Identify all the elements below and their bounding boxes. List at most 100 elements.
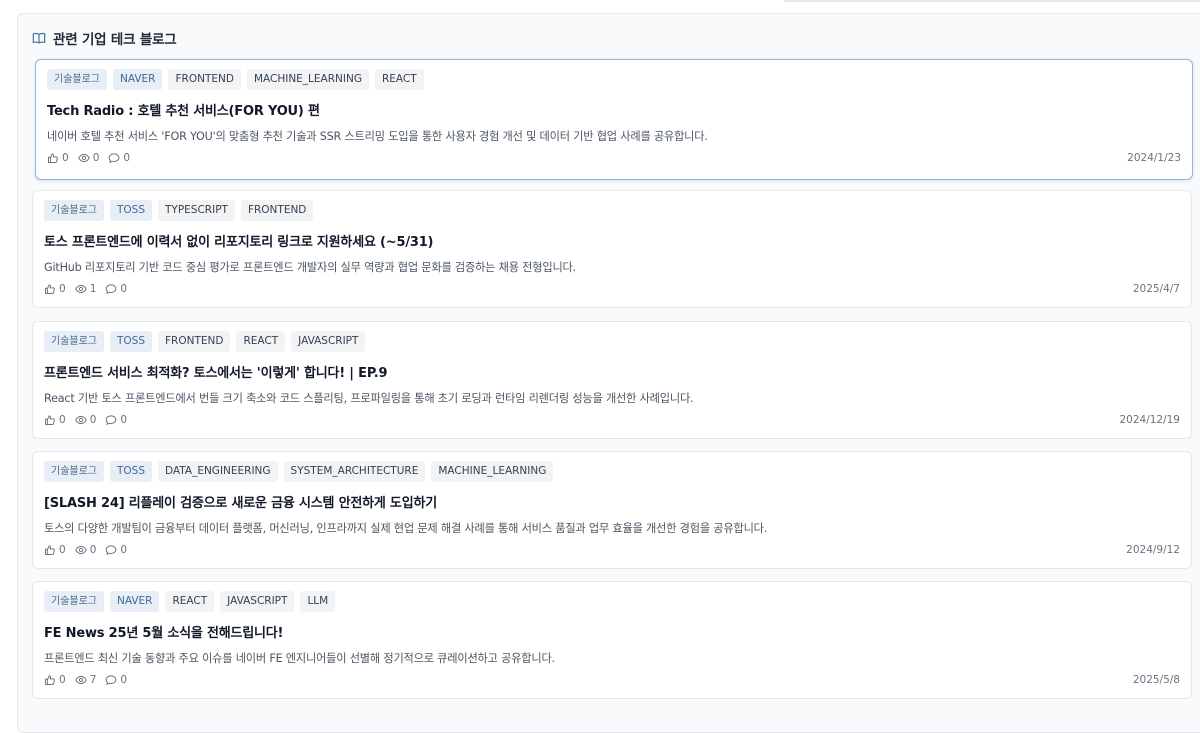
topic-tag: LLM bbox=[300, 591, 336, 612]
like-stat[interactable]: 0 bbox=[44, 283, 66, 295]
thumbs-up-icon bbox=[45, 675, 55, 685]
comment-count: 0 bbox=[120, 414, 128, 426]
topic-tag: REACT bbox=[165, 591, 215, 612]
topic-tag: REACT bbox=[236, 331, 286, 352]
topic-tag: MACHINE_LEARNING bbox=[246, 69, 369, 90]
comment-icon bbox=[109, 153, 120, 163]
section-header: 관련 기업 테크 블로그 bbox=[32, 28, 177, 48]
company-tag: NAVER bbox=[113, 69, 163, 90]
eye-icon bbox=[77, 153, 90, 163]
like-stat[interactable]: 0 bbox=[47, 152, 69, 164]
comment-stat[interactable]: 0 bbox=[105, 414, 127, 426]
post-stats: 0 1 0 bbox=[44, 283, 127, 295]
like-count: 0 bbox=[59, 544, 66, 556]
tag-list: 기술블로그 NAVER REACT JAVASCRIPT LLM bbox=[44, 591, 336, 612]
view-count: 0 bbox=[89, 544, 97, 556]
comment-icon bbox=[106, 545, 117, 555]
post-stats: 0 0 0 bbox=[44, 414, 127, 426]
post-description: 네이버 호텔 추천 서비스 'FOR YOU'의 맞춤형 추천 기술과 SSR … bbox=[47, 130, 708, 143]
company-tag: TOSS bbox=[110, 461, 153, 482]
post-date: 2025/5/8 bbox=[1132, 674, 1180, 686]
blog-post-card[interactable]: 기술블로그 NAVER REACT JAVASCRIPT LLM FE News… bbox=[32, 581, 1192, 699]
eye-icon bbox=[74, 545, 87, 555]
post-title[interactable]: [SLASH 24] 리플레이 검증으로 새로운 금융 시스템 안전하게 도입하… bbox=[44, 492, 437, 511]
comment-stat[interactable]: 0 bbox=[108, 152, 130, 164]
post-stats: 0 0 0 bbox=[47, 152, 130, 164]
post-date: 2024/9/12 bbox=[1126, 544, 1180, 556]
blog-post-card[interactable]: 기술블로그 TOSS FRONTEND REACT JAVASCRIPT 프론트… bbox=[32, 321, 1192, 439]
post-date: 2025/4/7 bbox=[1132, 283, 1180, 295]
view-stat: 1 bbox=[74, 283, 97, 295]
category-tag: 기술블로그 bbox=[44, 200, 104, 221]
category-tag: 기술블로그 bbox=[47, 69, 107, 90]
category-tag: 기술블로그 bbox=[44, 591, 104, 612]
view-count: 7 bbox=[89, 674, 97, 686]
company-tag: NAVER bbox=[110, 591, 160, 612]
view-stat: 7 bbox=[74, 674, 97, 686]
blog-post-card[interactable]: 기술블로그 NAVER FRONTEND MACHINE_LEARNING RE… bbox=[35, 59, 1193, 180]
topic-tag: DATA_ENGINEERING bbox=[158, 461, 278, 482]
view-count: 0 bbox=[89, 414, 97, 426]
topic-tag: SYSTEM_ARCHITECTURE bbox=[283, 461, 426, 482]
topic-tag: FRONTEND bbox=[240, 200, 314, 221]
tag-list: 기술블로그 NAVER FRONTEND MACHINE_LEARNING RE… bbox=[47, 69, 424, 90]
section-title: 관련 기업 테크 블로그 bbox=[53, 32, 177, 48]
post-stats: 0 7 0 bbox=[44, 674, 127, 686]
post-date: 2024/1/23 bbox=[1127, 152, 1181, 164]
like-count: 0 bbox=[62, 152, 69, 164]
comment-icon bbox=[106, 415, 117, 425]
like-stat[interactable]: 0 bbox=[44, 544, 66, 556]
comment-stat[interactable]: 0 bbox=[105, 544, 127, 556]
post-description: GitHub 리포지토리 기반 코드 중심 평가로 프론트엔드 개발자의 실무 … bbox=[44, 261, 576, 274]
like-stat[interactable]: 0 bbox=[44, 674, 66, 686]
comment-icon bbox=[106, 675, 117, 685]
view-count: 1 bbox=[89, 283, 97, 295]
topic-tag: FRONTEND bbox=[158, 331, 231, 352]
thumbs-up-icon bbox=[45, 284, 55, 294]
post-stats: 0 0 0 bbox=[44, 544, 127, 556]
comment-count: 0 bbox=[123, 152, 131, 164]
topic-tag: TYPESCRIPT bbox=[158, 200, 235, 221]
tag-list: 기술블로그 TOSS FRONTEND REACT JAVASCRIPT bbox=[44, 331, 366, 352]
top-divider bbox=[784, 0, 1200, 2]
category-tag: 기술블로그 bbox=[44, 331, 104, 352]
like-count: 0 bbox=[59, 674, 66, 686]
like-count: 0 bbox=[59, 414, 66, 426]
company-tag: TOSS bbox=[110, 331, 153, 352]
blog-post-card[interactable]: 기술블로그 TOSS TYPESCRIPT FRONTEND 토스 프론트엔드에… bbox=[32, 190, 1192, 308]
post-title[interactable]: 프론트엔드 서비스 최적화? 토스에서는 '이렇게' 합니다! | EP.9 bbox=[44, 362, 388, 381]
comment-count: 0 bbox=[120, 544, 128, 556]
comment-stat[interactable]: 0 bbox=[105, 283, 127, 295]
post-title[interactable]: Tech Radio : 호텔 추천 서비스(FOR YOU) 편 bbox=[47, 100, 320, 119]
tag-list: 기술블로그 TOSS DATA_ENGINEERING SYSTEM_ARCHI… bbox=[44, 461, 554, 482]
post-title[interactable]: FE News 25년 5월 소식을 전해드립니다! bbox=[44, 622, 283, 641]
like-stat[interactable]: 0 bbox=[44, 414, 66, 426]
view-stat: 0 bbox=[74, 544, 97, 556]
category-tag: 기술블로그 bbox=[44, 461, 104, 482]
post-description: 토스의 다양한 개발팀이 금융부터 데이터 플랫폼, 머신러닝, 인프라까지 실… bbox=[44, 522, 768, 535]
comment-count: 0 bbox=[120, 674, 128, 686]
post-description: 프론트엔드 최신 기술 동향과 주요 이슈를 네이버 FE 엔지니어들이 선별해… bbox=[44, 652, 555, 665]
view-count: 0 bbox=[92, 152, 100, 164]
topic-tag: FRONTEND bbox=[168, 69, 241, 90]
book-open-icon bbox=[32, 31, 46, 45]
post-title[interactable]: 토스 프론트엔드에 이력서 없이 리포지토리 링크로 지원하세요 (~5/31) bbox=[44, 231, 434, 250]
comment-count: 0 bbox=[120, 283, 128, 295]
post-description: React 기반 토스 프론트엔드에서 번들 크기 축소와 코드 스플리팅, 프… bbox=[44, 392, 694, 405]
view-stat: 0 bbox=[74, 414, 97, 426]
eye-icon bbox=[74, 284, 87, 294]
post-date: 2024/12/19 bbox=[1119, 414, 1180, 426]
topic-tag: JAVASCRIPT bbox=[220, 591, 295, 612]
tag-list: 기술블로그 TOSS TYPESCRIPT FRONTEND bbox=[44, 200, 314, 221]
comment-stat[interactable]: 0 bbox=[105, 674, 127, 686]
topic-tag: MACHINE_LEARNING bbox=[431, 461, 554, 482]
thumbs-up-icon bbox=[48, 153, 58, 163]
thumbs-up-icon bbox=[45, 545, 55, 555]
company-tag: TOSS bbox=[110, 200, 153, 221]
topic-tag: JAVASCRIPT bbox=[291, 331, 366, 352]
view-stat: 0 bbox=[77, 152, 100, 164]
topic-tag: REACT bbox=[374, 69, 424, 90]
eye-icon bbox=[74, 415, 87, 425]
eye-icon bbox=[74, 675, 87, 685]
blog-post-card[interactable]: 기술블로그 TOSS DATA_ENGINEERING SYSTEM_ARCHI… bbox=[32, 451, 1192, 569]
